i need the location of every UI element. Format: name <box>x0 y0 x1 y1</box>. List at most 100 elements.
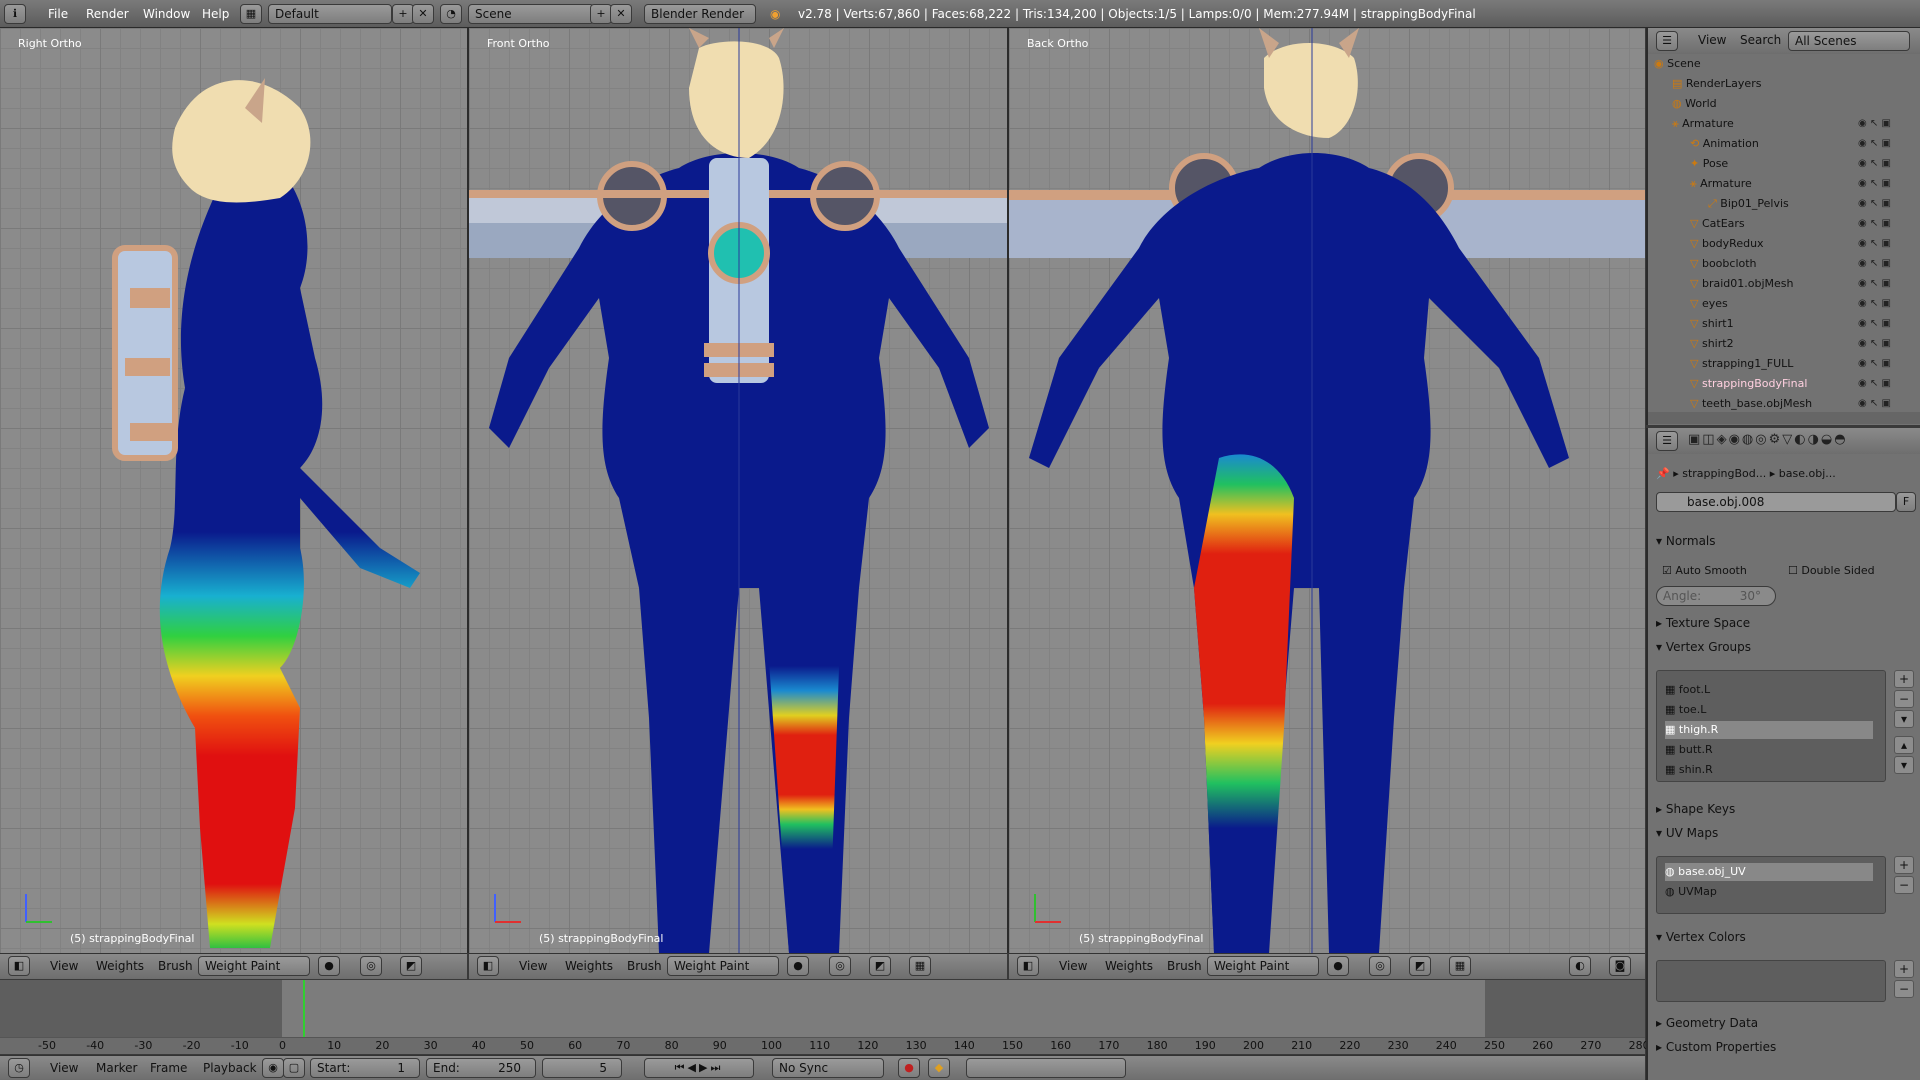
outliner-item[interactable]: ✦ Pose ◉ ↖ ▣ <box>1690 154 1891 174</box>
vertex-colors-header[interactable]: ▾ Vertex Colors <box>1656 930 1746 944</box>
view-menu[interactable]: View <box>519 959 547 973</box>
viewport-right-ortho[interactable]: Right Ortho (5) strappingBodyFinal <box>0 28 467 953</box>
pivot-icon[interactable]: ◎ <box>829 956 851 976</box>
visibility-icons[interactable]: ◉ ↖ ▣ <box>1858 134 1891 154</box>
preview-range-icon[interactable]: ◉ <box>262 1058 284 1078</box>
record-icon[interactable]: ● <box>898 1058 920 1078</box>
end-frame-field[interactable]: End: 250 <box>426 1058 536 1078</box>
pivot-icon[interactable]: ◎ <box>1369 956 1391 976</box>
sync-mode-select[interactable]: No Sync <box>772 1058 884 1078</box>
outliner-search-menu[interactable]: Search <box>1740 33 1781 47</box>
texture-space-header[interactable]: ▸ Texture Space <box>1656 616 1750 630</box>
brush-menu[interactable]: Brush <box>627 959 662 973</box>
outliner-item[interactable]: ▽ teeth_base.objMesh ◉ ↖ ▣ <box>1690 394 1891 414</box>
viewport-front-ortho[interactable]: Front Ortho (5) strappingBodyFinal <box>469 28 1007 953</box>
mesh-name-field[interactable]: base.obj.008 <box>1656 492 1896 512</box>
outliner-panel[interactable]: ☰ View Search All Scenes ◉ Scene ▤ Render… <box>1646 28 1920 425</box>
timeline-area[interactable] <box>0 980 1645 1038</box>
view-menu[interactable]: View <box>50 959 78 973</box>
view-menu[interactable]: View <box>1059 959 1087 973</box>
weights-menu[interactable]: Weights <box>96 959 144 973</box>
mask-icon[interactable]: ◩ <box>1409 956 1431 976</box>
mask-icon[interactable]: ◩ <box>869 956 891 976</box>
screen-layout-icon[interactable]: ▦ <box>240 4 262 24</box>
remove-vertex-group-button[interactable]: − <box>1894 690 1914 708</box>
fake-user-button[interactable]: F <box>1896 492 1916 512</box>
visibility-icons[interactable]: ◉ ↖ ▣ <box>1858 314 1891 334</box>
outliner-type-icon[interactable]: ☰ <box>1656 31 1678 51</box>
visibility-icons[interactable]: ◉ ↖ ▣ <box>1858 354 1891 374</box>
visibility-icons[interactable]: ◉ ↖ ▣ <box>1858 234 1891 254</box>
outliner-item[interactable]: ▤ RenderLayers <box>1672 74 1761 94</box>
vertex-color-list[interactable] <box>1656 960 1886 1002</box>
outliner-view-menu[interactable]: View <box>1698 33 1726 47</box>
outliner-item[interactable]: ▽ CatEars ◉ ↖ ▣ <box>1690 214 1891 234</box>
delete-layout-icon[interactable]: ✕ <box>412 4 434 24</box>
outliner-item[interactable]: ▽ shirt1 ◉ ↖ ▣ <box>1690 314 1891 334</box>
playback-controls[interactable]: ⏮◀▶⏭ <box>644 1058 754 1078</box>
move-up-button[interactable]: ▴ <box>1894 736 1914 754</box>
list-item[interactable]: ▦ toe.L <box>1665 701 1873 719</box>
uv-maps-header[interactable]: ▾ UV Maps <box>1656 826 1718 840</box>
visibility-icons[interactable]: ◉ ↖ ▣ <box>1858 254 1891 274</box>
camera-icon[interactable]: ◙ <box>1609 956 1631 976</box>
outliner-filter-select[interactable]: All Scenes <box>1788 31 1910 51</box>
vertex-groups-header[interactable]: ▾ Vertex Groups <box>1656 640 1751 654</box>
current-frame-field[interactable]: 5 <box>542 1058 622 1078</box>
visibility-icons[interactable]: ◉ ↖ ▣ <box>1858 274 1891 294</box>
editor-type-icon[interactable]: ◧ <box>477 956 499 976</box>
layers-icon[interactable]: ▦ <box>1449 956 1471 976</box>
remove-vertex-color-button[interactable]: − <box>1894 980 1914 998</box>
scene-select[interactable]: Scene <box>468 4 594 24</box>
menu-help[interactable]: Help <box>194 4 237 24</box>
uv-map-list[interactable]: ◍ base.obj_UV ◍ UVMap <box>1656 856 1886 914</box>
outliner-item[interactable]: ⟲ Animation ◉ ↖ ▣ <box>1690 134 1891 154</box>
outliner-item[interactable]: ◍ World <box>1672 94 1717 114</box>
editor-type-icon[interactable]: ◧ <box>8 956 30 976</box>
vertex-group-specials-button[interactable]: ▾ <box>1894 710 1914 728</box>
list-item[interactable]: ◍ UVMap <box>1665 883 1873 901</box>
timeline-playback-menu[interactable]: Playback <box>203 1061 257 1075</box>
shading-icon[interactable]: ● <box>318 956 340 976</box>
geometry-data-header[interactable]: ▸ Geometry Data <box>1656 1016 1758 1030</box>
info-editor-icon[interactable]: ℹ <box>4 4 26 24</box>
add-uv-button[interactable]: + <box>1894 856 1914 874</box>
list-item[interactable]: ▦ foot.L <box>1665 681 1873 699</box>
outliner-item[interactable]: ⚹ Armature ◉ ↖ ▣ <box>1672 114 1891 134</box>
outliner-item[interactable]: ▽ bodyRedux ◉ ↖ ▣ <box>1690 234 1891 254</box>
menu-window[interactable]: Window <box>135 4 198 24</box>
custom-properties-header[interactable]: ▸ Custom Properties <box>1656 1040 1776 1054</box>
move-down-button[interactable]: ▾ <box>1894 756 1914 774</box>
context-tab-icons[interactable]: ▣◫◈◉◍◎⚙▽◐◑◒◓ <box>1688 432 1916 450</box>
remove-uv-button[interactable]: − <box>1894 876 1914 894</box>
mode-select[interactable]: Weight Paint <box>198 956 310 976</box>
outliner-item[interactable]: ▽ strapping1_FULL ◉ ↖ ▣ <box>1690 354 1891 374</box>
timeline-view-menu[interactable]: View <box>50 1061 78 1075</box>
weights-menu[interactable]: Weights <box>1105 959 1153 973</box>
outliner-item[interactable]: ⚹ Armature ◉ ↖ ▣ <box>1690 174 1891 194</box>
pin-icon[interactable]: 📌 ▸ <box>1656 467 1682 480</box>
render-engine-select[interactable]: Blender Render <box>644 4 756 24</box>
weights-menu[interactable]: Weights <box>565 959 613 973</box>
current-frame-marker[interactable] <box>303 980 305 1038</box>
timeline-frame-menu[interactable]: Frame <box>150 1061 187 1075</box>
outliner-item[interactable]: ⤢ Bip01_Pelvis ◉ ↖ ▣ <box>1708 194 1891 214</box>
mask-icon[interactable]: ◩ <box>400 956 422 976</box>
mode-select[interactable]: Weight Paint <box>667 956 779 976</box>
list-item-selected[interactable]: ◍ base.obj_UV <box>1665 863 1873 881</box>
add-scene-icon[interactable]: + <box>590 4 612 24</box>
add-layout-icon[interactable]: + <box>392 4 414 24</box>
visibility-icons[interactable]: ◉ ↖ ▣ <box>1858 214 1891 234</box>
add-vertex-group-button[interactable]: + <box>1894 670 1914 688</box>
list-item-selected[interactable]: ▦ thigh.R <box>1665 721 1873 739</box>
auto-smooth-checkbox[interactable]: ☑ Auto Smooth <box>1662 564 1747 577</box>
lock-icon[interactable]: ▢ <box>283 1058 305 1078</box>
render-preview-icon[interactable]: ◐ <box>1569 956 1591 976</box>
viewport-back-ortho[interactable]: Back Ortho (5) strappingBodyFinal <box>1009 28 1645 953</box>
layers-icon[interactable]: ▦ <box>909 956 931 976</box>
outliner-item[interactable]: ◉ Scene <box>1654 54 1701 74</box>
list-item[interactable]: ▦ shin.R <box>1665 761 1873 779</box>
outliner-item[interactable]: ▽ boobcloth ◉ ↖ ▣ <box>1690 254 1891 274</box>
visibility-icons[interactable]: ◉ ↖ ▣ <box>1858 154 1891 174</box>
outliner-item[interactable]: ▽ shirt2 ◉ ↖ ▣ <box>1690 334 1891 354</box>
